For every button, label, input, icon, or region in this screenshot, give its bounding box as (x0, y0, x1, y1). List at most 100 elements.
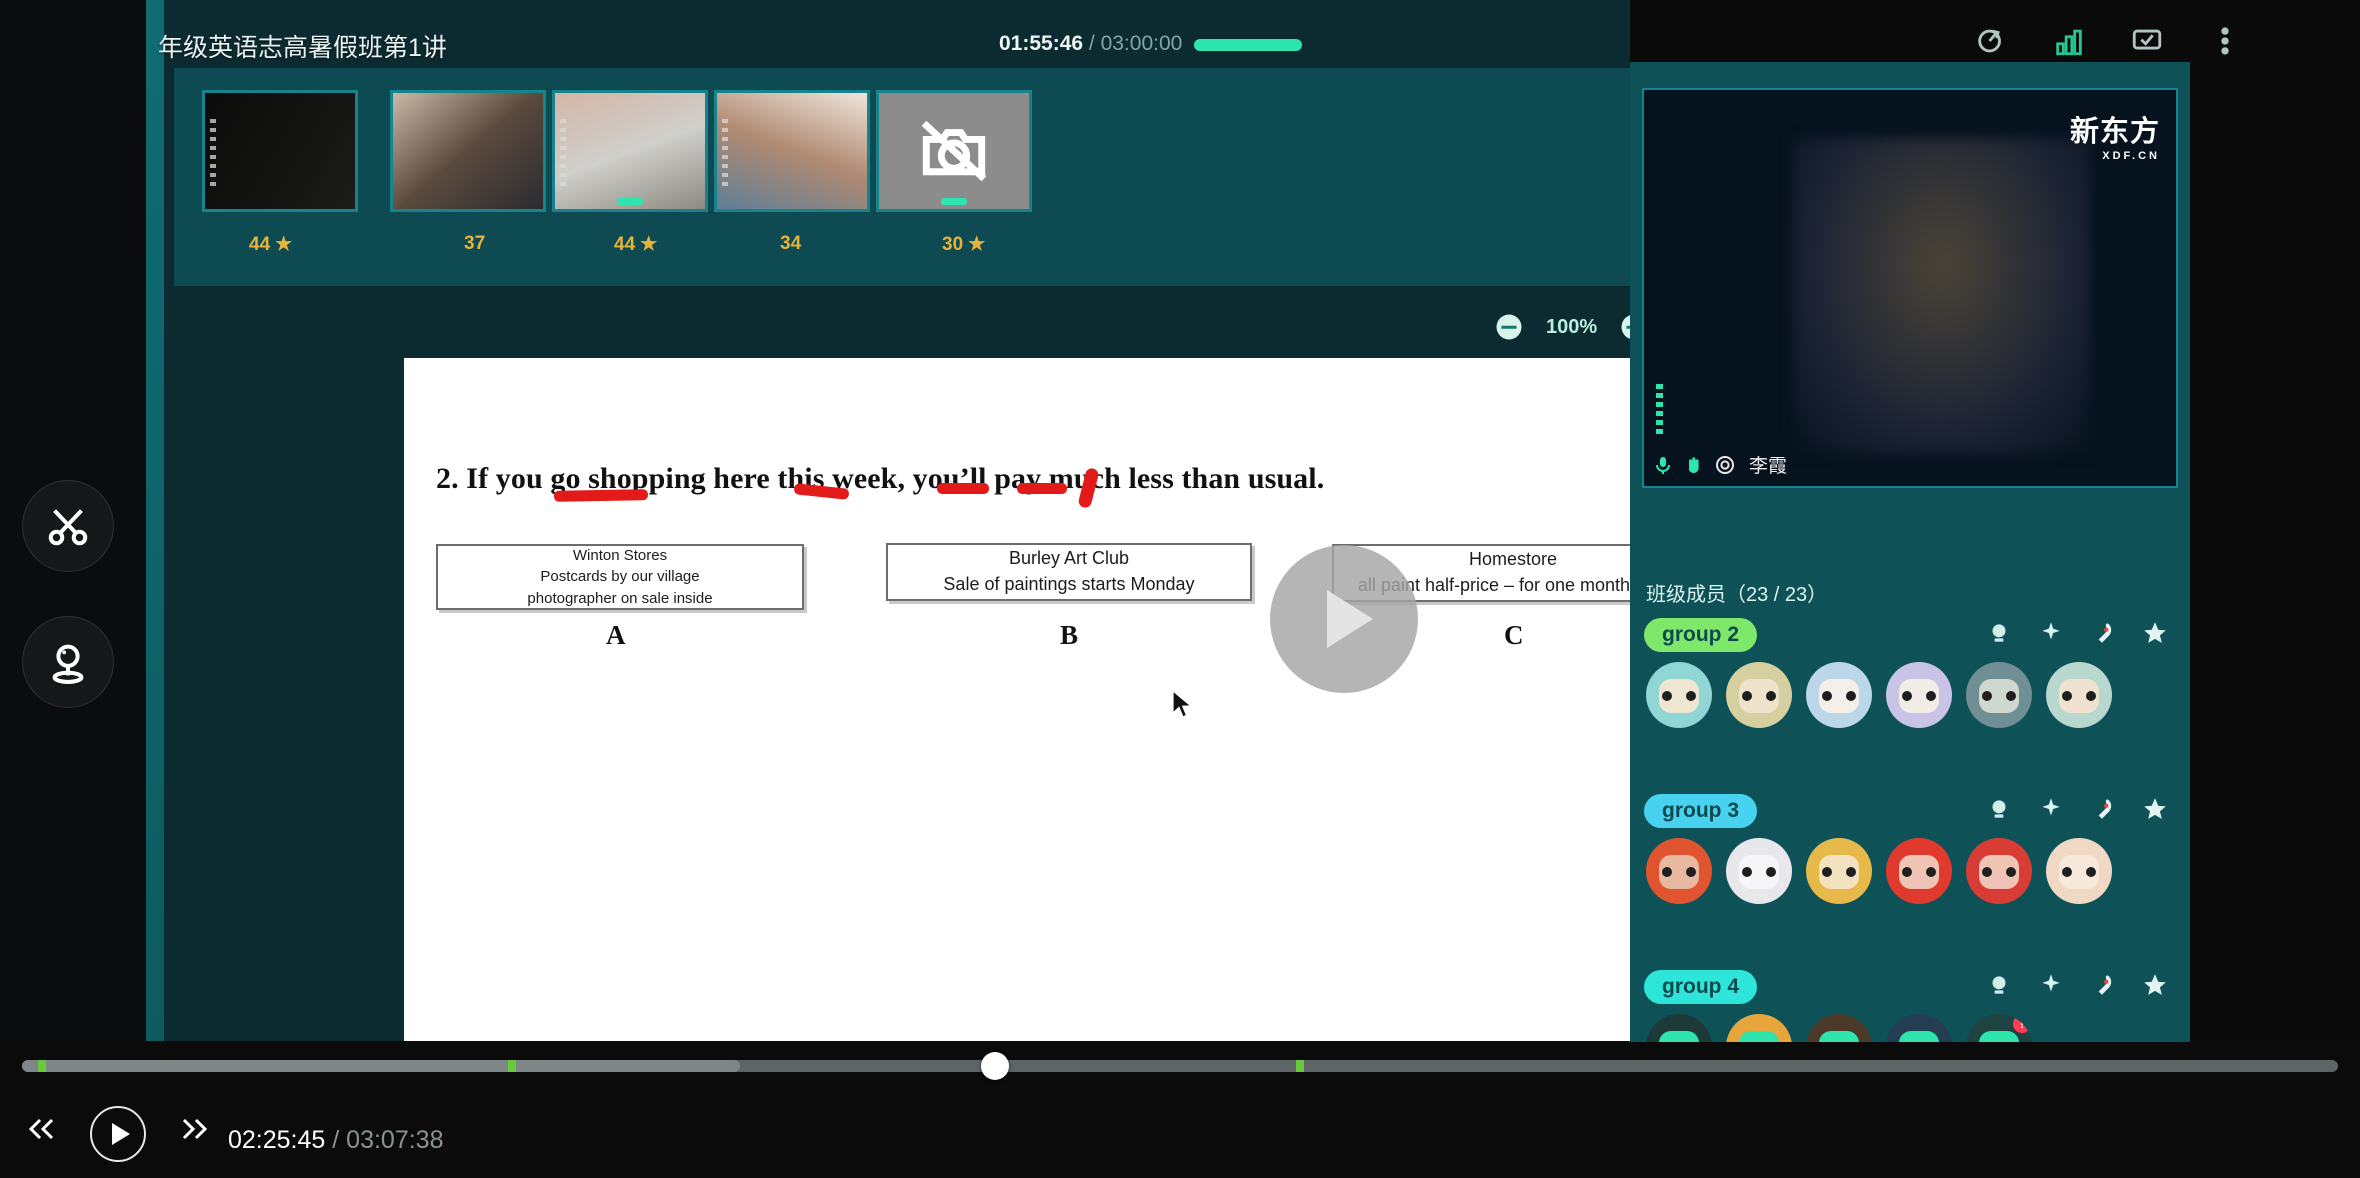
film-strip-icon (722, 119, 728, 189)
magic-wand-icon[interactable] (2038, 972, 2064, 998)
avatar[interactable] (1646, 838, 1712, 904)
class-elapsed: 01:55:46 (999, 32, 1084, 55)
bar-chart-icon[interactable] (2052, 24, 2086, 58)
magic-wand-icon[interactable] (2038, 796, 2064, 822)
current-time: 02:25:45 (228, 1126, 326, 1154)
option-line: Winton Stores (572, 547, 668, 565)
option-line: Homestore (1468, 549, 1558, 570)
mic-on-icon (1652, 454, 1674, 476)
film-strip-icon (560, 119, 566, 189)
main-stage: 年级英语志高暑假班第1讲 01:55:46 / 03:00:00 44 ★ 37… (158, 0, 2229, 1041)
zoom-out-icon[interactable] (1494, 312, 1524, 342)
avatar[interactable] (2046, 838, 2112, 904)
score-value: 34 (780, 233, 802, 254)
option-line: Burley Art Club (1008, 548, 1130, 569)
whiteboard[interactable]: V2.4.0 2. If you go shopping here this w… (404, 358, 1722, 1041)
avatar[interactable] (1806, 838, 1872, 904)
group-badge[interactable]: group 2 (1644, 618, 1757, 652)
medal-icon[interactable] (1986, 972, 2012, 998)
zoom-percent: 100% (1546, 315, 1598, 338)
notification-badge: ! (2013, 1015, 2031, 1033)
avatar[interactable] (1646, 662, 1712, 728)
student-thumbnail[interactable] (714, 90, 870, 212)
seek-marker[interactable] (1295, 1060, 1304, 1072)
star-icon: ★ (968, 234, 986, 255)
student-score: 37 (464, 233, 490, 255)
star-icon[interactable] (2142, 796, 2168, 822)
star-icon[interactable] (2142, 620, 2168, 646)
option-box-a: Winton Stores Postcards by our village p… (436, 544, 804, 610)
rocket-icon[interactable] (2090, 972, 2116, 998)
mouse-cursor (1172, 689, 1194, 720)
medal-icon[interactable] (1986, 796, 2012, 822)
student-thumbnail[interactable] (202, 90, 358, 212)
avatar[interactable] (1806, 662, 1872, 728)
magic-wand-icon[interactable] (2038, 620, 2064, 646)
header-icon-group (1974, 24, 2242, 58)
option-letter-c: C (1504, 620, 1524, 650)
seek-marker[interactable] (38, 1060, 47, 1072)
star-icon: ★ (640, 234, 658, 255)
seek-marker[interactable] (508, 1060, 517, 1072)
score-value: 44 (249, 233, 271, 255)
screen-check-icon[interactable] (2130, 24, 2164, 58)
group-reward-icons (1986, 796, 2168, 822)
avatar[interactable] (1726, 662, 1792, 728)
avatar[interactable] (1886, 662, 1952, 728)
avatar[interactable] (1966, 662, 2032, 728)
class-total: 03:00:00 (1100, 32, 1183, 55)
group-badge[interactable]: group 4 (1644, 970, 1757, 1004)
avatar[interactable] (1726, 838, 1792, 904)
mic-indicator (617, 198, 643, 205)
prev-button[interactable] (24, 1114, 60, 1144)
option-box-b: Burley Art Club Sale of paintings starts… (886, 543, 1252, 601)
total-duration: 03:07:38 (346, 1126, 444, 1154)
student-thumbnail-strip: 44 ★ 37 44 ★ 34 30 ★ (174, 68, 1630, 286)
course-title: 年级英语志高暑假班第1讲 (158, 34, 447, 62)
class-timer: 01:55:46 / 03:00:00 (999, 32, 1182, 56)
avatar[interactable] (2046, 662, 2112, 728)
student-thumbnail[interactable] (390, 90, 546, 212)
video-play-overlay-button[interactable] (1270, 545, 1418, 693)
star-icon[interactable] (2142, 972, 2168, 998)
brand-logo: 新东方 XDF.CN (2070, 108, 2160, 162)
score-value: 30 (942, 233, 964, 255)
seek-bar-region (0, 1042, 2360, 1090)
student-thumbnail[interactable] (552, 90, 708, 212)
option-letter-b: B (1060, 620, 1079, 650)
play-button[interactable] (90, 1106, 146, 1162)
group-avatar-list (1646, 662, 2112, 728)
avatar[interactable] (1886, 838, 1952, 904)
rocket-icon[interactable] (2090, 796, 2116, 822)
hand-raise-icon[interactable] (1974, 24, 2008, 58)
playback-time: 02:25:45 / 03:07:38 (228, 1126, 444, 1155)
camera-off-icon (879, 93, 1029, 209)
annotation-underline (553, 489, 649, 502)
score-value: 44 (614, 233, 636, 255)
rocket-icon[interactable] (2090, 620, 2116, 646)
score-value: 37 (464, 233, 486, 254)
student-score: 34 (780, 233, 806, 255)
teacher-cam-statusbar: 李霞 (1652, 451, 1787, 478)
teacher-name: 李霞 (1749, 456, 1788, 477)
camera-icon (1714, 454, 1736, 476)
medal-icon[interactable] (1986, 620, 2012, 646)
classroom-replay-app: 年级英语志高暑假班第1讲 01:55:46 / 03:00:00 44 ★ 37… (0, 0, 2360, 1178)
teacher-video[interactable]: 新东方 XDF.CN 李霞 (1642, 88, 2178, 488)
group-badge[interactable]: group 3 (1644, 794, 1757, 828)
star-icon: ★ (275, 234, 293, 255)
more-vertical-icon[interactable] (2208, 24, 2242, 58)
seek-track[interactable] (22, 1052, 2338, 1080)
avatar[interactable] (1966, 838, 2032, 904)
next-button[interactable] (176, 1114, 212, 1144)
student-thumbnail[interactable] (876, 90, 1032, 212)
left-tool-rail (0, 0, 146, 1178)
marker-pin-tool[interactable] (22, 616, 114, 708)
stage-left-edge (146, 0, 164, 1041)
class-members-label: 班级成员（23 / 23） (1646, 584, 1828, 606)
time-separator: / (325, 1126, 347, 1154)
clip-scissors-tool[interactable] (22, 480, 114, 572)
seek-handle[interactable] (980, 1052, 1009, 1080)
group-reward-icons (1986, 972, 2168, 998)
student-score: 44 ★ (614, 233, 657, 256)
